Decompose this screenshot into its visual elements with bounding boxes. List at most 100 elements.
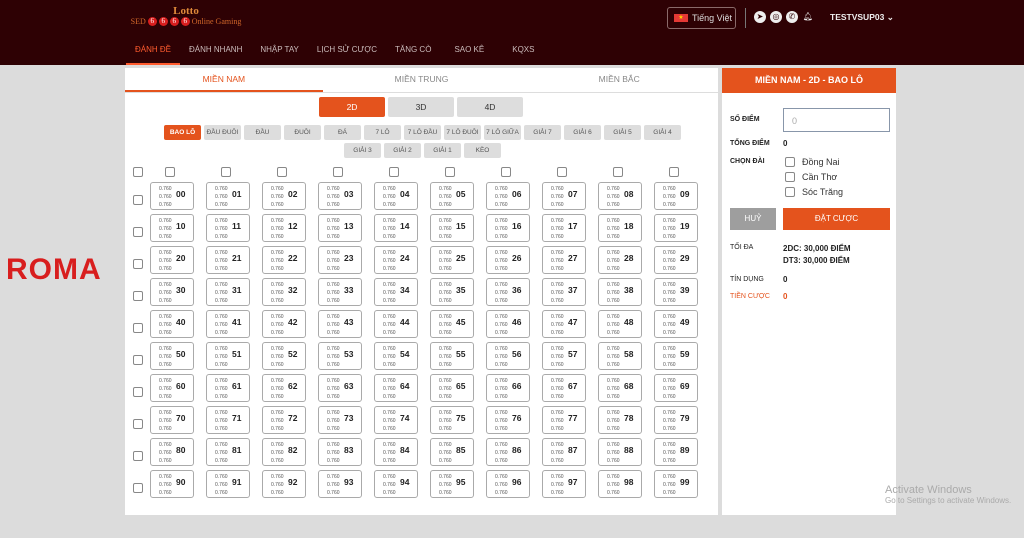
number-cell[interactable]: 0.760 0.760 0.760 39 — [654, 278, 698, 306]
number-cell[interactable]: 0.760 0.760 0.760 52 — [262, 342, 306, 370]
number-cell[interactable]: 0.760 0.760 0.760 28 — [598, 246, 642, 274]
number-cell[interactable]: 0.760 0.760 0.760 07 — [542, 182, 586, 210]
number-cell[interactable]: 0.760 0.760 0.760 86 — [486, 438, 530, 466]
number-cell[interactable]: 0.760 0.760 0.760 60 — [150, 374, 194, 402]
bet-type-tab[interactable]: GIẢI 2 — [384, 143, 421, 158]
number-cell[interactable]: 0.760 0.760 0.760 74 — [374, 406, 418, 434]
tab-4d[interactable]: 4D — [457, 97, 523, 117]
nav-lich-su-cuoc[interactable]: LỊCH SỬ CƯỢC — [308, 46, 386, 65]
number-cell[interactable]: 0.760 0.760 0.760 08 — [598, 182, 642, 210]
column-checkbox[interactable] — [557, 167, 567, 177]
tab-mien-trung[interactable]: MIỀN TRUNG — [323, 68, 521, 92]
number-cell[interactable]: 0.760 0.760 0.760 13 — [318, 214, 362, 242]
language-selector[interactable]: ★ Tiếng Việt — [667, 7, 736, 29]
number-cell[interactable]: 0.760 0.760 0.760 90 — [150, 470, 194, 498]
number-cell[interactable]: 0.760 0.760 0.760 98 — [598, 470, 642, 498]
bet-type-tab[interactable]: GIẢI 3 — [344, 143, 381, 158]
bet-type-tab[interactable]: 7 LÔ GIỮA — [484, 125, 521, 140]
row-checkbox[interactable] — [133, 451, 143, 461]
nav-tang-co[interactable]: TĂNG CÒ — [386, 46, 440, 65]
number-cell[interactable]: 0.760 0.760 0.760 92 — [262, 470, 306, 498]
row-checkbox[interactable] — [133, 227, 143, 237]
number-cell[interactable]: 0.760 0.760 0.760 00 — [150, 182, 194, 210]
number-cell[interactable]: 0.760 0.760 0.760 29 — [654, 246, 698, 274]
row-checkbox[interactable] — [133, 259, 143, 269]
bet-type-tab[interactable]: ĐUÔI — [284, 125, 321, 140]
bet-type-tab[interactable]: ĐẦU — [244, 125, 281, 140]
number-cell[interactable]: 0.760 0.760 0.760 55 — [430, 342, 474, 370]
station-can-tho[interactable]: Cần Thơ — [785, 172, 837, 182]
number-cell[interactable]: 0.760 0.760 0.760 66 — [486, 374, 530, 402]
number-cell[interactable]: 0.760 0.760 0.760 85 — [430, 438, 474, 466]
station-soc-trang[interactable]: Sóc Trăng — [785, 187, 843, 197]
column-checkbox[interactable] — [333, 167, 343, 177]
number-cell[interactable]: 0.760 0.760 0.760 50 — [150, 342, 194, 370]
nav-sao-ke[interactable]: SAO KÊ — [440, 46, 498, 65]
number-cell[interactable]: 0.760 0.760 0.760 15 — [430, 214, 474, 242]
number-cell[interactable]: 0.760 0.760 0.760 77 — [542, 406, 586, 434]
number-cell[interactable]: 0.760 0.760 0.760 24 — [374, 246, 418, 274]
number-cell[interactable]: 0.760 0.760 0.760 04 — [374, 182, 418, 210]
bet-type-tab[interactable]: GIẢI 6 — [564, 125, 601, 140]
number-cell[interactable]: 0.760 0.760 0.760 01 — [206, 182, 250, 210]
number-cell[interactable]: 0.760 0.760 0.760 67 — [542, 374, 586, 402]
number-cell[interactable]: 0.760 0.760 0.760 65 — [430, 374, 474, 402]
nav-danh-nhanh[interactable]: ĐÁNH NHANH — [180, 46, 251, 65]
column-checkbox[interactable] — [613, 167, 623, 177]
number-cell[interactable]: 0.760 0.760 0.760 80 — [150, 438, 194, 466]
row-checkbox[interactable] — [133, 355, 143, 365]
number-cell[interactable]: 0.760 0.760 0.760 10 — [150, 214, 194, 242]
number-cell[interactable]: 0.760 0.760 0.760 78 — [598, 406, 642, 434]
number-cell[interactable]: 0.760 0.760 0.760 43 — [318, 310, 362, 338]
bet-type-tab[interactable]: BAO LÔ — [164, 125, 201, 140]
number-cell[interactable]: 0.760 0.760 0.760 61 — [206, 374, 250, 402]
number-cell[interactable]: 0.760 0.760 0.760 16 — [486, 214, 530, 242]
row-checkbox[interactable] — [133, 195, 143, 205]
station-dong-nai[interactable]: Đồng Nai — [785, 157, 840, 167]
column-checkbox[interactable] — [277, 167, 287, 177]
number-cell[interactable]: 0.760 0.760 0.760 36 — [486, 278, 530, 306]
row-checkbox[interactable] — [133, 323, 143, 333]
number-cell[interactable]: 0.760 0.760 0.760 51 — [206, 342, 250, 370]
number-cell[interactable]: 0.760 0.760 0.760 56 — [486, 342, 530, 370]
logo[interactable]: Lotto SED 6666 Online Gaming — [126, 5, 246, 33]
number-cell[interactable]: 0.760 0.760 0.760 97 — [542, 470, 586, 498]
number-cell[interactable]: 0.760 0.760 0.760 73 — [318, 406, 362, 434]
column-checkbox[interactable] — [389, 167, 399, 177]
bet-type-tab[interactable]: ĐÁ — [324, 125, 361, 140]
number-cell[interactable]: 0.760 0.760 0.760 12 — [262, 214, 306, 242]
number-cell[interactable]: 0.760 0.760 0.760 95 — [430, 470, 474, 498]
column-checkbox[interactable] — [501, 167, 511, 177]
number-cell[interactable]: 0.760 0.760 0.760 02 — [262, 182, 306, 210]
bet-type-tab[interactable]: 7 LÔ ĐUÔI — [444, 125, 481, 140]
column-checkbox[interactable] — [669, 167, 679, 177]
number-cell[interactable]: 0.760 0.760 0.760 99 — [654, 470, 698, 498]
number-cell[interactable]: 0.760 0.760 0.760 31 — [206, 278, 250, 306]
number-cell[interactable]: 0.760 0.760 0.760 47 — [542, 310, 586, 338]
column-checkbox[interactable] — [445, 167, 455, 177]
bet-type-tab[interactable]: GIẢI 4 — [644, 125, 681, 140]
bet-type-tab[interactable]: GIẢI 1 — [424, 143, 461, 158]
user-menu[interactable]: TESTVSUP03 ⌄ — [830, 12, 894, 23]
number-cell[interactable]: 0.760 0.760 0.760 87 — [542, 438, 586, 466]
bet-type-tab[interactable]: GIẢI 7 — [524, 125, 561, 140]
number-cell[interactable]: 0.760 0.760 0.760 84 — [374, 438, 418, 466]
tab-mien-nam[interactable]: MIỀN NAM — [125, 68, 323, 92]
bet-type-tab[interactable]: ĐẦU ĐUÔI — [204, 125, 241, 140]
number-cell[interactable]: 0.760 0.760 0.760 96 — [486, 470, 530, 498]
number-cell[interactable]: 0.760 0.760 0.760 42 — [262, 310, 306, 338]
number-cell[interactable]: 0.760 0.760 0.760 05 — [430, 182, 474, 210]
number-cell[interactable]: 0.760 0.760 0.760 32 — [262, 278, 306, 306]
number-cell[interactable]: 0.760 0.760 0.760 63 — [318, 374, 362, 402]
number-cell[interactable]: 0.760 0.760 0.760 48 — [598, 310, 642, 338]
number-cell[interactable]: 0.760 0.760 0.760 44 — [374, 310, 418, 338]
number-cell[interactable]: 0.760 0.760 0.760 35 — [430, 278, 474, 306]
number-cell[interactable]: 0.760 0.760 0.760 58 — [598, 342, 642, 370]
number-cell[interactable]: 0.760 0.760 0.760 81 — [206, 438, 250, 466]
column-checkbox[interactable] — [165, 167, 175, 177]
number-cell[interactable]: 0.760 0.760 0.760 46 — [486, 310, 530, 338]
number-cell[interactable]: 0.760 0.760 0.760 38 — [598, 278, 642, 306]
number-cell[interactable]: 0.760 0.760 0.760 54 — [374, 342, 418, 370]
bet-type-tab[interactable]: KÈO — [464, 143, 501, 158]
number-cell[interactable]: 0.760 0.760 0.760 27 — [542, 246, 586, 274]
